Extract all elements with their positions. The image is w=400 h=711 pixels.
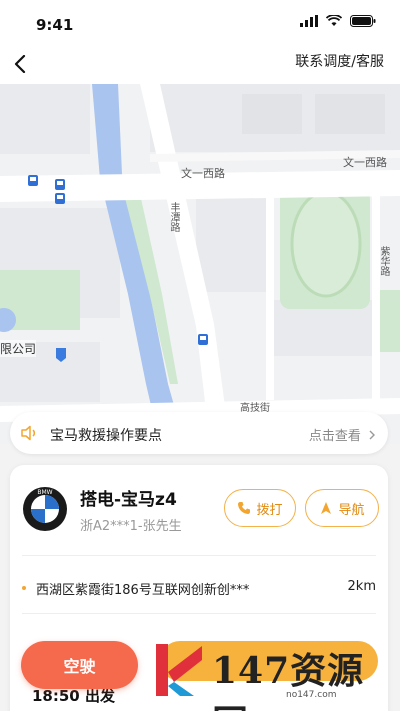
wifi-icon xyxy=(326,15,342,26)
nav-bar: 联系调度/客服 xyxy=(0,48,400,84)
watermark: 147资源网 no147.com xyxy=(150,636,398,711)
plate-customer: 浙A2***1-张先生 xyxy=(80,519,182,534)
navigate-label: 导航 xyxy=(338,502,365,518)
road-label: 文一西路 xyxy=(343,156,387,169)
poi-label: 限公司 xyxy=(0,340,37,357)
call-button[interactable]: 拨打 xyxy=(224,489,296,527)
watermark-logo-icon xyxy=(156,644,202,696)
empty-run-button[interactable]: 空驶 xyxy=(21,641,138,689)
notice-bar[interactable]: 宝马救援操作要点 点击查看 xyxy=(10,412,388,454)
divider xyxy=(22,613,376,614)
bus-stop-icon xyxy=(55,179,65,190)
map-canvas xyxy=(0,84,400,444)
status-bar: 9:41 xyxy=(0,0,400,48)
notice-title: 宝马救援操作要点 xyxy=(50,428,162,444)
signal-icon xyxy=(300,15,318,27)
view-details-label: 点击查看 xyxy=(308,429,361,444)
distance-text: 2km xyxy=(347,579,376,594)
watermark-url: no147.com xyxy=(286,690,337,700)
navigation-arrow-icon xyxy=(321,502,332,514)
empty-run-label: 空驶 xyxy=(63,657,96,676)
bus-stop-icon xyxy=(198,334,208,345)
back-button[interactable] xyxy=(6,50,34,78)
divider xyxy=(22,555,376,556)
phone-icon xyxy=(238,502,251,514)
road-label: 文一西路 xyxy=(181,167,225,180)
bmw-logo-text: BMW xyxy=(37,489,52,496)
view-details-link[interactable]: 点击查看 xyxy=(309,425,376,444)
speaker-icon xyxy=(21,425,36,441)
status-icons xyxy=(300,15,376,27)
navigate-button[interactable]: 导航 xyxy=(305,489,379,527)
order-title: 搭电-宝马z4 xyxy=(80,490,177,510)
road-label: 丰潭路 xyxy=(168,202,179,232)
battery-icon xyxy=(350,15,376,27)
bus-stop-icon xyxy=(55,193,65,204)
map-view[interactable]: 文一西路 文一西路 丰潭路 高技街 紫华路 限公司 xyxy=(0,84,400,444)
address-text: 西湖区紫霞街186号互联网创新创*** xyxy=(36,583,250,598)
back-arrow-icon xyxy=(14,55,26,73)
contact-dispatch-link[interactable]: 联系调度/客服 xyxy=(295,51,384,71)
watermark-text: 147资源网 xyxy=(212,650,365,711)
address-dot-icon xyxy=(22,586,26,590)
chevron-right-icon xyxy=(369,430,375,440)
bmw-logo: BMW xyxy=(23,487,67,531)
status-time: 9:41 xyxy=(36,16,74,34)
call-label: 拨打 xyxy=(256,502,283,518)
bus-stop-icon xyxy=(28,175,38,186)
road-label: 紫华路 xyxy=(378,246,389,276)
